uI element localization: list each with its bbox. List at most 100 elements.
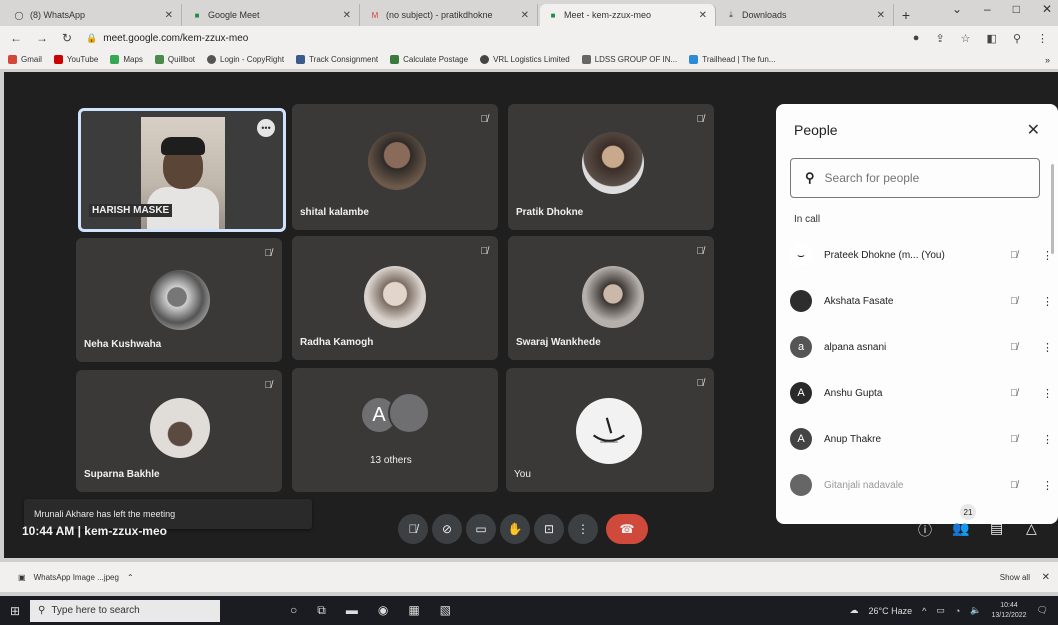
participant-tile[interactable]: 🎙̸ Swaraj Wankhede	[508, 236, 714, 360]
more-options-icon[interactable]: ⋮	[1042, 249, 1053, 262]
bookmark-label: Login - CopyRight	[220, 55, 285, 64]
close-window-button[interactable]: ✕	[1042, 2, 1052, 16]
more-options-icon[interactable]: ⋮	[1042, 387, 1053, 400]
star-icon[interactable]: ☆	[961, 32, 971, 45]
show-all-button[interactable]: Show all	[1000, 573, 1030, 582]
address-bar: ← → ↻ 🔒 meet.google.com/kem-zzux-meo ● ⇪…	[0, 26, 1058, 50]
participant-name: Suparna Bakhle	[84, 469, 160, 480]
search-input[interactable]	[824, 171, 1015, 185]
tab-whatsapp[interactable]: ◯ (8) WhatsApp ✕	[6, 4, 182, 26]
cortana-icon[interactable]: ○	[290, 603, 297, 618]
back-icon[interactable]: ←	[10, 31, 22, 45]
people-icon[interactable]: 👥	[952, 520, 969, 537]
avatar: A	[790, 382, 812, 404]
close-icon[interactable]: ✕	[1027, 120, 1040, 140]
avatar	[790, 474, 812, 496]
present-screen-button[interactable]: ⊡	[534, 514, 564, 544]
search-people-field[interactable]: ⚲	[790, 158, 1040, 198]
windows-start-icon[interactable]: ⊞	[0, 604, 30, 618]
chevron-down-icon[interactable]: ⌄	[952, 2, 962, 16]
more-options-icon[interactable]: ⋮	[1042, 433, 1053, 446]
more-options-button[interactable]: ⋮	[568, 514, 598, 544]
participant-tile[interactable]: 🎙̸ Neha Kushwaha	[76, 238, 282, 362]
list-item[interactable]: a alpana asnani 🎙̸ ⋮	[790, 332, 1053, 362]
more-options-icon[interactable]: ⋮	[1042, 295, 1053, 308]
reload-icon[interactable]: ↻	[62, 31, 72, 45]
tab-gmail[interactable]: M (no subject) - pratikdhokne ✕	[362, 4, 538, 26]
maximize-button[interactable]: □	[1013, 2, 1020, 16]
list-item[interactable]: A Anup Thakre 🎙̸ ⋮	[790, 424, 1053, 454]
close-icon[interactable]: ✕	[877, 10, 885, 21]
profile-icon[interactable]: ⚲	[1013, 32, 1021, 45]
bookmark-maps[interactable]: Maps	[110, 55, 143, 64]
battery-icon[interactable]: ▭	[936, 605, 945, 616]
bookmark-vrl[interactable]: VRL Logistics Limited	[480, 55, 570, 64]
file-explorer-icon[interactable]: ▬	[346, 603, 358, 618]
url-field[interactable]: 🔒 meet.google.com/kem-zzux-meo	[86, 33, 248, 44]
bookmark-ldss[interactable]: LDSS GROUP OF IN...	[581, 55, 677, 64]
chevron-up-icon[interactable]: ^	[922, 606, 926, 616]
task-view-icon[interactable]: ⧉	[317, 603, 326, 618]
participant-tile[interactable]: 🎙̸ Pratik Dhokne	[508, 104, 714, 230]
new-tab-button[interactable]: +	[896, 4, 916, 26]
bookmarks-overflow-icon[interactable]: »	[1045, 55, 1050, 65]
clock[interactable]: 10:44 13/12/2022	[992, 601, 1027, 621]
list-item[interactable]: Akshata Fasate 🎙̸ ⋮	[790, 286, 1053, 316]
bookmark-calculate-postage[interactable]: Calculate Postage	[390, 55, 468, 64]
activities-icon[interactable]: △	[1026, 520, 1037, 537]
camera-toggle-button[interactable]: ⊘	[432, 514, 462, 544]
participant-tile[interactable]: ••• HARISH MASKE	[78, 108, 286, 232]
notifications-icon[interactable]: 🗨	[1037, 605, 1048, 616]
bookmark-track-consignment[interactable]: Track Consignment	[296, 55, 378, 64]
chat-icon[interactable]: ▤	[990, 520, 1003, 537]
bookmark-youtube[interactable]: YouTube	[53, 55, 98, 64]
chevron-up-icon[interactable]: ⌃	[127, 573, 134, 582]
close-icon[interactable]: ✕	[343, 10, 351, 21]
weather-text[interactable]: 26°C Haze	[868, 606, 912, 616]
chrome-icon[interactable]: ◉	[378, 603, 388, 618]
store-icon[interactable]: ▦	[408, 603, 419, 618]
scrollbar[interactable]	[1051, 164, 1054, 254]
camera-indicator-icon[interactable]: ●	[913, 32, 920, 45]
bookmark-copyright[interactable]: Login - CopyRight	[207, 55, 284, 64]
list-item[interactable]: Gitanjali nadavale 🎙̸ ⋮	[790, 470, 1053, 500]
more-options-icon[interactable]: ⋮	[1042, 479, 1053, 492]
participant-tile-self[interactable]: 🎙̸ You	[506, 368, 714, 492]
raise-hand-button[interactable]: ✋	[500, 514, 530, 544]
more-options-icon[interactable]: •••	[257, 119, 275, 137]
info-icon[interactable]: ⓘ	[918, 520, 932, 540]
tab-downloads[interactable]: ⤓ Downloads ✕	[718, 4, 894, 26]
microphone-toggle-button[interactable]: 🎙̸	[398, 514, 428, 544]
close-icon[interactable]: ✕	[521, 10, 529, 21]
tab-google-meet[interactable]: ■ Google Meet ✕	[184, 4, 360, 26]
taskbar-search[interactable]: ⚲ Type here to search	[30, 599, 220, 622]
list-item[interactable]: ⌣ Prateek Dhokne (m... (You) 🎙̸ ⋮	[790, 240, 1053, 270]
download-icon: ⤓	[729, 10, 733, 19]
photos-icon[interactable]: ▧	[440, 603, 451, 618]
minimize-button[interactable]: –	[984, 2, 991, 16]
forward-icon[interactable]: →	[36, 31, 48, 45]
bookmark-trailhead[interactable]: Trailhead | The fun...	[689, 55, 775, 64]
bookmark-quillbot[interactable]: Quillbot	[154, 55, 195, 64]
network-icon[interactable]: ◔	[955, 606, 960, 616]
bookmark-gmail[interactable]: Gmail	[8, 55, 42, 64]
list-item[interactable]: A Anshu Gupta 🎙̸ ⋮	[790, 378, 1053, 408]
participant-tile[interactable]: 🎙̸ Suparna Bakhle	[76, 370, 282, 492]
download-item[interactable]: ▣ WhatsApp Image ...jpeg ⌃	[18, 573, 134, 582]
leave-call-button[interactable]: ☎	[606, 514, 648, 544]
close-icon[interactable]: ✕	[699, 10, 707, 21]
captions-button[interactable]: ▭	[466, 514, 496, 544]
more-options-icon[interactable]: ⋮	[1042, 341, 1053, 354]
profile-logo-icon	[592, 417, 626, 443]
close-icon[interactable]: ✕	[165, 10, 173, 21]
participant-tile[interactable]: 🎙̸ Radha Kamogh	[292, 236, 498, 360]
sidepanel-icon[interactable]: ◧	[987, 32, 997, 45]
participant-tile[interactable]: 🎙̸ shital kalambe	[292, 104, 498, 230]
participant-tile-others[interactable]: A 13 others	[292, 368, 498, 492]
share-icon[interactable]: ⇪	[935, 32, 944, 45]
volume-icon[interactable]: 🔈	[970, 605, 981, 616]
close-icon[interactable]: ✕	[1042, 572, 1050, 583]
menu-icon[interactable]: ⋮	[1037, 32, 1048, 45]
mic-off-icon: 🎙̸	[1010, 295, 1018, 307]
tab-meet-active[interactable]: ■ Meet - kem-zzux-meo ✕	[540, 4, 716, 26]
